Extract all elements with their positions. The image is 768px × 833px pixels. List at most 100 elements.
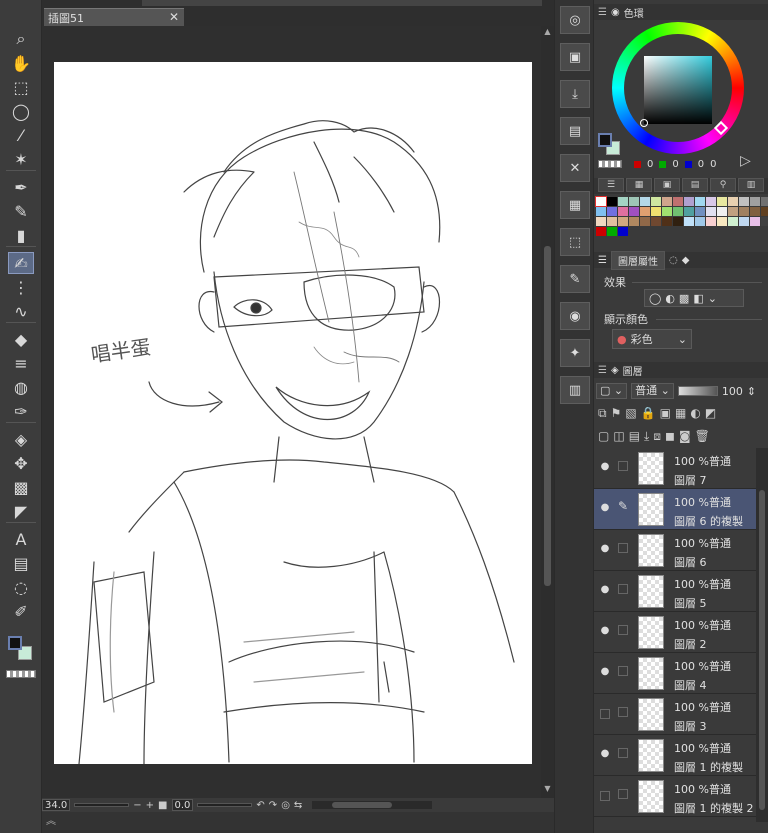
blend-icon[interactable]: ≡ bbox=[8, 352, 34, 374]
expand-icon[interactable]: ︽ bbox=[42, 812, 554, 833]
mask-icon[interactable]: ▦ bbox=[675, 406, 686, 420]
lock-toggle[interactable] bbox=[618, 707, 628, 717]
zoom-icon[interactable]: ⌕ bbox=[8, 28, 34, 50]
zoom-slider[interactable] bbox=[74, 803, 130, 807]
auto-select-icon[interactable]: ✶ bbox=[8, 148, 34, 170]
palette-swatch[interactable] bbox=[739, 197, 749, 206]
document-tab[interactable]: 插圖51 ✕ bbox=[44, 8, 184, 26]
palette-swatch[interactable] bbox=[750, 217, 760, 226]
opacity-stepper-icon[interactable]: ⇕ bbox=[747, 385, 756, 398]
transparent-color-swatch[interactable] bbox=[6, 670, 36, 678]
save-as-icon[interactable]: ▤ bbox=[560, 117, 590, 145]
fill-grid-icon[interactable]: ▦ bbox=[560, 191, 590, 219]
photo-icon[interactable]: ◉ bbox=[560, 302, 590, 330]
palette-swatch[interactable] bbox=[595, 196, 607, 207]
palette-swatch[interactable] bbox=[706, 217, 716, 226]
rotation-value[interactable]: 0.0 bbox=[171, 799, 194, 811]
visibility-eye-icon[interactable]: ● bbox=[598, 625, 612, 639]
opacity-value[interactable]: 100 bbox=[722, 385, 743, 398]
palette-swatch[interactable] bbox=[618, 227, 628, 236]
rotate-left-icon[interactable]: ↶ bbox=[256, 800, 264, 811]
palette-swatch[interactable] bbox=[673, 217, 683, 226]
palette-swatch[interactable] bbox=[717, 217, 727, 226]
layer-effect-icon[interactable]: ◧ bbox=[693, 292, 703, 305]
layer-color-icon[interactable]: ◩ bbox=[705, 406, 716, 420]
color-wheel[interactable] bbox=[612, 22, 744, 154]
color-wheel-tab-icon[interactable]: ◉ bbox=[611, 7, 620, 18]
visibility-eye-icon[interactable] bbox=[600, 791, 610, 801]
palette-swatch[interactable] bbox=[717, 207, 727, 216]
palette-swatch[interactable] bbox=[706, 207, 716, 216]
new-icon[interactable]: ◎ bbox=[560, 6, 590, 34]
palette-swatch[interactable] bbox=[662, 217, 672, 226]
draft-icon[interactable]: ▧ bbox=[625, 406, 636, 420]
palette-color-icon[interactable]: ◐ bbox=[690, 406, 700, 420]
palette-swatch[interactable] bbox=[618, 197, 628, 206]
palette-swatch[interactable] bbox=[695, 217, 705, 226]
panel-menu-icon[interactable]: ☰ bbox=[598, 7, 607, 18]
palette-swatch[interactable] bbox=[629, 217, 639, 226]
palette-swatch[interactable] bbox=[640, 217, 650, 226]
visibility-eye-icon[interactable]: ● bbox=[598, 543, 612, 557]
eyedropper-icon[interactable]: ⁄ bbox=[8, 124, 34, 146]
canvas-area[interactable]: 唱半蛋 bbox=[42, 26, 541, 798]
pen-icon[interactable]: ✒ bbox=[8, 176, 34, 198]
edit-icon[interactable]: ✎ bbox=[560, 265, 590, 293]
palette-tab-4[interactable]: ⚲ bbox=[710, 178, 736, 192]
zoom-value[interactable]: 34.0 bbox=[42, 799, 71, 811]
save-icon[interactable]: ⤓ bbox=[560, 80, 590, 108]
palette-tab-1[interactable]: ▦ bbox=[626, 178, 652, 192]
color-mode-icon[interactable]: ▷ bbox=[740, 153, 751, 169]
palette-swatch[interactable] bbox=[684, 197, 694, 206]
fit-icon[interactable]: ■ bbox=[158, 800, 167, 811]
tone-effect-icon[interactable]: ▩ bbox=[679, 292, 689, 305]
palette-swatch[interactable] bbox=[662, 207, 672, 216]
new-folder-icon[interactable]: ▤ bbox=[629, 429, 640, 443]
visibility-eye-icon[interactable] bbox=[600, 709, 610, 719]
palette-swatch[interactable] bbox=[695, 197, 705, 206]
marker-icon[interactable]: ✍ bbox=[8, 252, 34, 274]
scroll-up-icon[interactable]: ▲ bbox=[541, 27, 554, 39]
property-menu-icon[interactable]: ☰ bbox=[598, 255, 607, 266]
palette-swatch[interactable] bbox=[607, 197, 617, 206]
palette-swatch[interactable] bbox=[629, 207, 639, 216]
palette-swatch[interactable] bbox=[651, 217, 661, 226]
effect-buttons[interactable]: ◯ ◐ ▩ ◧ ⌄ bbox=[644, 289, 744, 307]
layer-color-select[interactable]: ▢ ⌄ bbox=[596, 383, 628, 399]
mask-create-icon[interactable]: ◼ bbox=[665, 429, 675, 443]
figure-pose-icon[interactable]: ✦ bbox=[560, 339, 590, 367]
layer-row[interactable]: ● 100 %普通 圖層 1 的複製 bbox=[594, 735, 756, 776]
rotation-slider[interactable] bbox=[197, 803, 253, 807]
palette-tab-3[interactable]: ▤ bbox=[682, 178, 708, 192]
canvas-horizontal-scrollbar[interactable] bbox=[312, 801, 433, 809]
editing-pen-icon[interactable]: ✎ bbox=[618, 500, 628, 512]
lock-toggle[interactable] bbox=[618, 625, 628, 635]
palette-swatch[interactable] bbox=[717, 197, 727, 206]
tab-layer-property[interactable]: 圖層屬性 bbox=[610, 250, 665, 270]
palette-swatch[interactable] bbox=[640, 197, 650, 206]
border-effect-icon[interactable]: ◯ bbox=[649, 292, 661, 305]
transparent-color-swatch[interactable] bbox=[598, 160, 622, 168]
object-select-icon[interactable]: ⬚ bbox=[8, 76, 34, 98]
apply-mask-icon[interactable]: ◙ bbox=[679, 429, 691, 443]
palette-tab-menu-icon[interactable]: ☰ bbox=[598, 178, 624, 192]
delete-layer-icon[interactable]: 🗑 bbox=[695, 429, 710, 443]
visibility-eye-icon[interactable]: ● bbox=[598, 502, 612, 516]
hand-icon[interactable]: ✋ bbox=[8, 52, 34, 74]
layer-row[interactable]: ● ✎ 100 %普通 圖層 6 的複製 bbox=[594, 489, 756, 530]
palette-swatch[interactable] bbox=[596, 207, 606, 216]
gradient-icon[interactable]: ▩ bbox=[8, 476, 34, 498]
lasso-icon[interactable]: ◯ bbox=[8, 100, 34, 122]
saturation-value-square[interactable] bbox=[644, 56, 712, 124]
layer-row[interactable]: ● 100 %普通 圖層 4 bbox=[594, 653, 756, 694]
transform-icon[interactable]: ⬚ bbox=[560, 228, 590, 256]
foreground-color-swatch[interactable] bbox=[8, 636, 22, 650]
new-vector-layer-icon[interactable]: ◫ bbox=[613, 429, 624, 443]
layer-tab-icon[interactable]: ◈ bbox=[611, 365, 619, 376]
display-color-select[interactable]: ● 彩色 ⌄ bbox=[612, 329, 692, 349]
palette-swatch[interactable] bbox=[651, 207, 661, 216]
frame-icon[interactable]: ▤ bbox=[8, 552, 34, 574]
palette-swatch[interactable] bbox=[596, 217, 606, 226]
layer-row[interactable]: ● 100 %普通 圖層 6 bbox=[594, 530, 756, 571]
new-raster-layer-icon[interactable]: ▢ bbox=[598, 429, 609, 443]
